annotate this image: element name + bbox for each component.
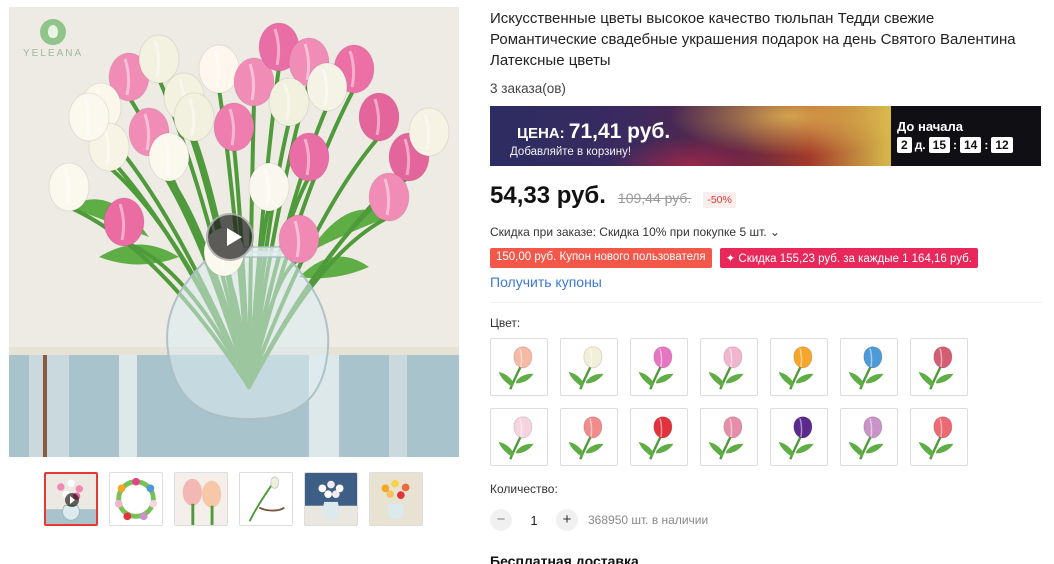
order-discount-dropdown[interactable]: Скидка при заказе: Скидка 10% при покупк… xyxy=(490,225,1042,239)
orders-count: 3 заказа(ов) xyxy=(490,81,566,96)
countdown-days-label: д. xyxy=(914,138,926,152)
price-row: 54,33 руб. 109,44 руб. -50% xyxy=(490,182,1042,210)
color-swatches xyxy=(490,338,1042,466)
coupon-store-discount[interactable]: ✦ Скидка 155,23 руб. за каждые 1 164,16 … xyxy=(719,248,978,268)
color-swatch-yellow-orange-tulip[interactable] xyxy=(770,338,828,396)
color-swatch-dark-pink-tulip[interactable] xyxy=(910,338,968,396)
white-tulip-icon xyxy=(568,346,604,390)
dark-pink-tulip-icon xyxy=(918,346,954,390)
blue-tulip-icon xyxy=(848,346,884,390)
coupon-list: 150,00 руб. Купон нового пользователя ✦ … xyxy=(490,248,1042,268)
countdown-seconds: 12 xyxy=(991,137,1013,153)
color-swatch-red-tulip[interactable] xyxy=(630,408,688,466)
thumbnail-3[interactable] xyxy=(174,472,228,526)
color-swatch-blue-tulip[interactable] xyxy=(840,338,898,396)
light-pink-tulip-icon xyxy=(708,346,744,390)
color-swatch-purple-tulip[interactable] xyxy=(770,408,828,466)
stock-count: 368950 шт. в наличии xyxy=(588,513,709,527)
promo-price-prefix: ЦЕНА: xyxy=(517,125,565,142)
video-play-icon[interactable] xyxy=(206,213,254,261)
product-info: Искусственные цветы высокое качество тюл… xyxy=(490,8,1042,564)
thumbnail-play-icon xyxy=(65,493,79,507)
coupon-new-user[interactable]: 150,00 руб. Купон нового пользователя xyxy=(490,248,712,268)
countdown-minutes: 14 xyxy=(960,137,982,153)
brand-leaf-icon xyxy=(40,19,66,45)
rose-tulip-icon xyxy=(708,416,744,460)
thumbnail-2[interactable] xyxy=(109,472,163,526)
promo-price: ЦЕНА: 71,41 руб. xyxy=(517,120,670,144)
promo-banner: ЦЕНА: 71,41 руб. Добавляйте в корзину! Д… xyxy=(490,106,1041,166)
thumbnail-1[interactable] xyxy=(44,472,98,526)
brand-name: YELEANA xyxy=(23,48,84,59)
lilac-tulip-icon xyxy=(848,416,884,460)
color-swatch-white-tulip[interactable] xyxy=(560,338,618,396)
quantity-decrease-button[interactable]: − xyxy=(490,509,512,531)
divider xyxy=(490,302,1042,303)
color-swatch-coral-tulip[interactable] xyxy=(910,408,968,466)
promo-subtitle: Добавляйте в корзину! xyxy=(510,146,632,158)
peach-tulip-icon xyxy=(498,346,534,390)
countdown-separator: : xyxy=(953,138,957,152)
color-swatch-light-pink-tulip[interactable] xyxy=(700,338,758,396)
free-shipping: Бесплатная доставка xyxy=(490,553,639,564)
color-label: Цвет: xyxy=(490,316,521,330)
countdown-separator: : xyxy=(984,138,989,152)
coral-tulip-icon xyxy=(918,416,954,460)
yellow-orange-tulip-icon xyxy=(778,346,814,390)
current-price: 54,33 руб. xyxy=(490,182,606,209)
original-price: 109,44 руб. xyxy=(617,190,692,206)
thumbnail-strip xyxy=(44,472,423,526)
thumbnail-4[interactable] xyxy=(239,472,293,526)
discount-badge: -50% xyxy=(703,192,736,208)
countdown-timer: До начала 2 д. 15 : 14 : 12 xyxy=(891,106,1041,166)
countdown-title: До начала xyxy=(897,119,963,134)
product-title: Искусственные цветы высокое качество тюл… xyxy=(490,10,1016,69)
color-swatch-peach-tulip[interactable] xyxy=(490,338,548,396)
countdown-row: 2 д. 15 : 14 : 12 xyxy=(897,137,1041,153)
red-tulip-icon xyxy=(638,416,674,460)
pale-pink-tulip-icon xyxy=(498,416,534,460)
color-swatch-rose-tulip[interactable] xyxy=(700,408,758,466)
color-swatch-pale-pink-tulip[interactable] xyxy=(490,408,548,466)
quantity-label: Количество: xyxy=(490,482,558,496)
color-swatch-salmon-tulip[interactable] xyxy=(560,408,618,466)
color-swatch-pink-purple-tulip[interactable] xyxy=(630,338,688,396)
thumbnail-6[interactable] xyxy=(369,472,423,526)
salmon-tulip-icon xyxy=(568,416,604,460)
get-coupons-link[interactable]: Получить купоны xyxy=(490,274,1042,290)
countdown-days: 2 xyxy=(897,137,912,153)
purple-tulip-icon xyxy=(778,416,814,460)
countdown-hours: 15 xyxy=(928,137,950,153)
quantity-input[interactable] xyxy=(522,512,546,528)
main-product-image[interactable]: YELEANA xyxy=(9,7,459,457)
pink-purple-tulip-icon xyxy=(638,346,674,390)
quantity-stepper: − + 368950 шт. в наличии xyxy=(490,509,1042,531)
quantity-increase-button[interactable]: + xyxy=(556,509,578,531)
brand-logo: YELEANA xyxy=(23,19,83,59)
color-swatch-lilac-tulip[interactable] xyxy=(840,408,898,466)
promo-price-value: 71,41 руб. xyxy=(568,120,671,143)
thumbnail-5[interactable] xyxy=(304,472,358,526)
